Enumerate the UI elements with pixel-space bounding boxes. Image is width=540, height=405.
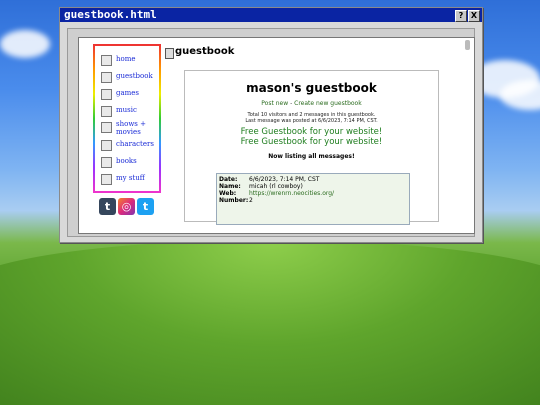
sidebar-item-label: shows + movies: [116, 120, 146, 136]
gamepad-icon: [101, 89, 112, 100]
page-title: guestbook: [175, 46, 235, 57]
post-new-link[interactable]: Post new: [261, 100, 288, 107]
sidebar-item-label: games: [116, 89, 140, 97]
computer-icon: [101, 55, 112, 66]
sidebar-item-music[interactable]: music: [101, 105, 157, 119]
instagram-icon[interactable]: ◎: [118, 198, 135, 215]
listing-heading: Now listing all messages!: [268, 153, 355, 160]
guestbook-title: mason's guestbook: [246, 81, 377, 95]
promo-link[interactable]: Free Guestbook for your website!: [185, 137, 438, 147]
window-title: guestbook.html: [64, 8, 157, 21]
guestbook-entry: Date: 6/6/2023, 7:14 PM, CST Name: micah…: [216, 173, 410, 225]
sidebar-item-label: characters: [116, 140, 154, 148]
sidebar-nav: home guestbook games music shows + movie…: [93, 44, 161, 193]
content-frame: home guestbook games music shows + movie…: [67, 28, 475, 237]
person-icon: [101, 140, 112, 151]
stats-last-message: Last message was posted at 6/6/2023, 7:1…: [245, 118, 378, 124]
pencil-icon: [101, 174, 112, 185]
close-button[interactable]: X: [468, 10, 480, 22]
page-viewport: home guestbook games music shows + movie…: [78, 37, 475, 234]
browser-window: guestbook.html ? X home guestbook games: [59, 7, 483, 243]
entry-label: Date:: [219, 176, 238, 183]
sidebar-item-label: guestbook: [116, 72, 153, 80]
film-icon: [101, 122, 112, 133]
entry-web-link[interactable]: https://wrenrn.neocities.org/: [249, 190, 334, 197]
book-icon: [101, 72, 112, 83]
sidebar-item-label: home: [116, 55, 136, 63]
guestbook-stats: Total 10 visitors and 2 messages in this…: [185, 112, 438, 124]
sidebar-item-games[interactable]: games: [101, 88, 157, 102]
entry-date: 6/6/2023, 7:14 PM, CST: [249, 176, 320, 183]
promo-link[interactable]: Free Guestbook for your website!: [185, 127, 438, 137]
book-icon: [165, 48, 174, 59]
sidebar-item-my-stuff[interactable]: my stuff: [101, 173, 157, 187]
sidebar-item-label: books: [116, 157, 137, 165]
create-new-link[interactable]: Create new guestbook: [294, 100, 362, 107]
entry-number: 2: [249, 197, 253, 204]
sidebar-item-shows-movies[interactable]: shows + movies: [101, 119, 157, 137]
window-titlebar[interactable]: guestbook.html ? X: [60, 8, 482, 22]
sidebar-item-characters[interactable]: characters: [101, 139, 157, 153]
scrollbar-thumb[interactable]: [465, 40, 470, 50]
entry-name: micah (rl cowboy): [249, 183, 303, 190]
sidebar-item-books[interactable]: books: [101, 156, 157, 170]
sidebar-item-guestbook[interactable]: guestbook: [101, 71, 157, 85]
help-button[interactable]: ?: [455, 10, 467, 22]
entry-label: Web:: [219, 190, 237, 197]
entry-label: Number:: [219, 197, 249, 204]
guestbook-links: Post new - Create new guestbook: [185, 100, 438, 107]
sidebar-item-label: my stuff: [116, 174, 145, 182]
tumblr-icon[interactable]: t: [99, 198, 116, 215]
sidebar-item-home[interactable]: home: [101, 54, 157, 68]
twitter-icon[interactable]: t: [137, 198, 154, 215]
music-icon: [101, 106, 112, 117]
sidebar-item-label: music: [116, 106, 137, 114]
guestbook-card: mason's guestbook Post new - Create new …: [184, 70, 439, 225]
books-icon: [101, 157, 112, 168]
entry-label: Name:: [219, 183, 241, 190]
